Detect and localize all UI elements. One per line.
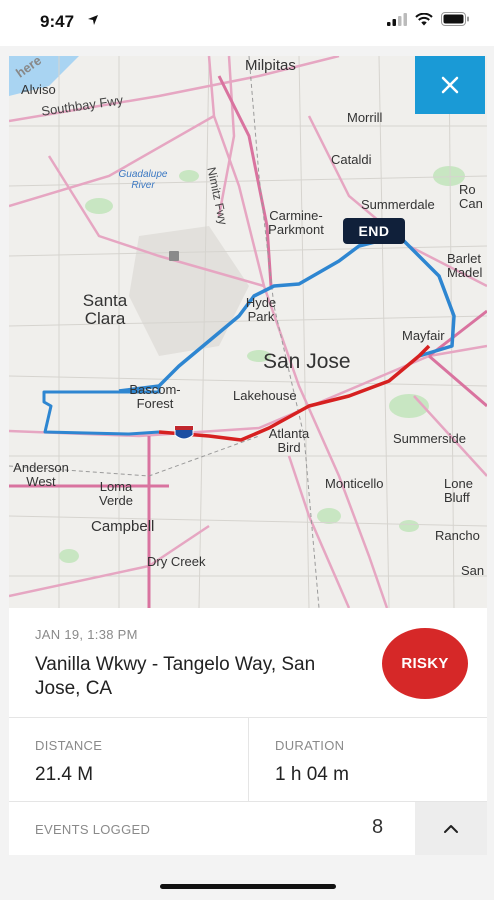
expand-events-button[interactable]	[415, 802, 487, 855]
close-button[interactable]	[415, 56, 485, 114]
map-label-monticello: Monticello	[325, 476, 384, 491]
map-label-santa-clara: Santa Clara	[82, 291, 128, 328]
trip-address: Vanilla Wkwy - Tangelo Way, San Jose, CA	[35, 654, 316, 699]
events-logged-label: EVENTS LOGGED	[35, 822, 151, 837]
map-label-loma-verde: Loma Verde	[99, 479, 133, 508]
map-label-ro-can: Ro Can	[459, 182, 483, 211]
map-label-summerdale: Summerdale	[361, 197, 435, 212]
status-time: 9:47	[40, 12, 75, 31]
map-label-carmine-parkmont: Carmine-Parkmont	[268, 208, 324, 237]
map-label-dry-creek: Dry Creek	[147, 554, 206, 569]
map-label-bascom-forest: Bascom-Forest	[129, 382, 181, 411]
map-label-alviso: Alviso	[21, 82, 56, 97]
cellular-signal-icon	[387, 12, 407, 26]
duration-stat: DURATION 1 h 04 m	[248, 718, 487, 801]
map-label-mayfair: Mayfair	[402, 328, 445, 343]
trip-map[interactable]: here Milpitas Alviso Southbay Fwy Morril…	[9, 56, 487, 608]
trip-detail-card: JAN 19, 1:38 PM Vanilla Wkwy - Tangelo W…	[9, 608, 487, 855]
airport-icon	[169, 251, 179, 261]
wifi-icon	[415, 12, 433, 25]
map-label-anderson-west: Anderson West	[13, 460, 69, 489]
distance-label: DISTANCE	[35, 738, 103, 753]
map-label-lakehouse: Lakehouse	[233, 388, 297, 403]
map-label-cataldi: Cataldi	[331, 152, 372, 167]
status-indicators	[387, 12, 470, 26]
location-arrow-icon	[88, 15, 98, 25]
chevron-up-icon	[444, 824, 458, 833]
map-label-milpitas: Milpitas	[245, 57, 296, 74]
end-marker[interactable]: END	[343, 218, 405, 244]
distance-stat: DISTANCE 21.4 M	[9, 718, 248, 801]
map-label-san-jose: San Jose	[263, 350, 351, 373]
close-icon	[441, 76, 459, 94]
home-indicator[interactable]	[160, 884, 336, 889]
map-label-barlett-madel: Barlet Madel	[447, 251, 483, 280]
map-label-morrill: Morrill	[347, 110, 383, 125]
map-label-hyde-park: Hyde Park	[245, 295, 277, 324]
trip-stats: DISTANCE 21.4 M DURATION 1 h 04 m	[9, 718, 487, 802]
trip-summary: JAN 19, 1:38 PM Vanilla Wkwy - Tangelo W…	[9, 608, 487, 718]
map-label-rancho: Rancho	[435, 528, 480, 543]
distance-value: 21.4 M	[35, 764, 94, 785]
map-label-san: San	[461, 563, 485, 578]
map-label-campbell: Campbell	[91, 518, 155, 535]
status-bar: 9:47	[0, 0, 494, 46]
trip-date: JAN 19, 1:38 PM	[35, 627, 138, 642]
map-label-guadalupe-river: Guadalupe River	[118, 169, 168, 191]
highway-shield-icon	[174, 425, 194, 440]
risk-rating-badge: RISKY	[382, 628, 468, 699]
map-label-summerside: Summerside	[393, 431, 466, 446]
events-logged-row[interactable]: EVENTS LOGGED 8	[9, 802, 487, 855]
duration-label: DURATION	[275, 738, 345, 753]
events-logged-count: 8	[372, 816, 384, 838]
map-label-lone-bluff: Lone Bluff	[444, 476, 473, 505]
battery-icon	[441, 12, 469, 26]
map-label-atlanta-bird: Atlanta Bird	[268, 426, 310, 455]
duration-value: 1 h 04 m	[275, 764, 349, 785]
